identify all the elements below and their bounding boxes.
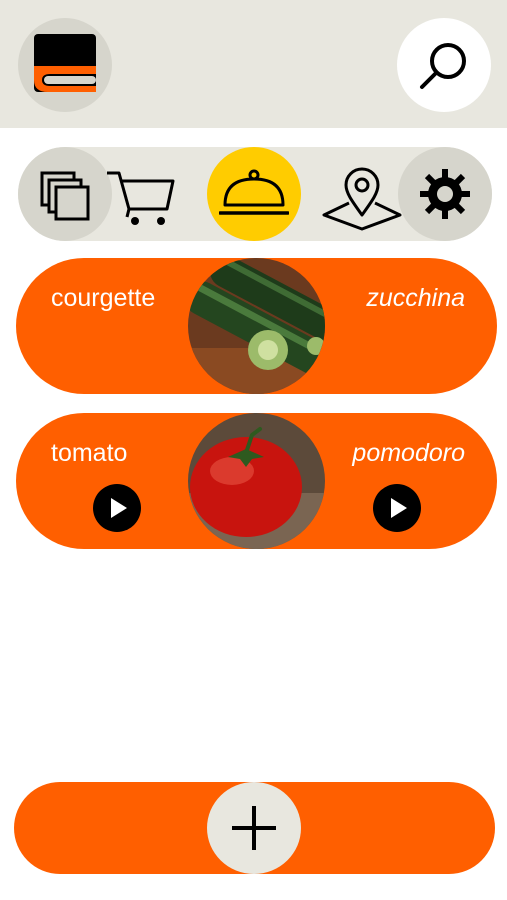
italian-word: pomodoro — [352, 439, 465, 467]
map-pin-icon — [322, 167, 402, 231]
english-word: tomato — [51, 439, 128, 467]
nav-dishes[interactable] — [207, 147, 301, 241]
play-english-audio-button[interactable] — [93, 484, 141, 532]
search-icon — [420, 43, 466, 89]
app-header — [0, 0, 507, 128]
category-nav — [18, 147, 492, 241]
nav-flashcards[interactable] — [18, 147, 112, 241]
plus-icon — [232, 806, 276, 850]
play-italian-audio-button[interactable] — [373, 484, 421, 532]
add-word-button[interactable] — [207, 782, 301, 874]
play-icon — [391, 498, 407, 518]
serving-dish-icon — [219, 169, 289, 215]
add-word-bar — [14, 782, 495, 874]
flashcards-icon — [40, 171, 90, 221]
nav-settings[interactable] — [398, 147, 492, 241]
dictionary-book-icon — [34, 34, 96, 92]
play-icon — [111, 498, 127, 518]
app-logo — [18, 18, 112, 112]
nav-shopping[interactable] — [105, 147, 199, 241]
courgette-photo — [188, 258, 325, 394]
word-card[interactable]: courgette zucchina — [16, 258, 497, 394]
tomato-photo — [188, 413, 325, 549]
search-button[interactable] — [397, 18, 491, 112]
shopping-cart-icon — [107, 171, 175, 225]
italian-word: zucchina — [366, 284, 465, 312]
word-card[interactable]: tomato pomodoro — [16, 413, 497, 549]
nav-map[interactable] — [316, 147, 410, 241]
gear-icon — [420, 169, 470, 219]
english-word: courgette — [51, 284, 156, 312]
